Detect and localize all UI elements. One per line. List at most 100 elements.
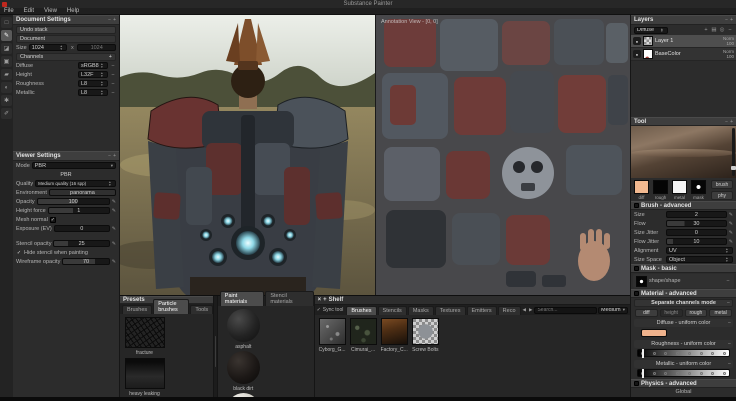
tab-stencil-materials[interactable]: Stencil materials xyxy=(265,291,313,306)
material-item[interactable]: asphalt xyxy=(220,309,267,350)
material-item[interactable]: black dirt xyxy=(220,351,267,392)
rough-swatch[interactable]: rough xyxy=(652,180,669,200)
physics-advanced-header[interactable]: Physics - advanced xyxy=(631,379,736,388)
pencil-icon[interactable]: ✎ xyxy=(112,199,116,205)
pencil-icon[interactable]: ✎ xyxy=(729,221,733,227)
stencil-opacity-slider[interactable]: 25 xyxy=(53,240,109,247)
panel-menu-icon[interactable]: + xyxy=(113,17,116,23)
exposure-slider[interactable]: 0 xyxy=(54,225,110,232)
section-checkbox[interactable] xyxy=(634,291,639,296)
presets-scrollbar[interactable] xyxy=(214,296,218,397)
tab-paint-materials[interactable]: Paint materials xyxy=(220,291,265,306)
undo-stack-button[interactable]: Undo stack xyxy=(16,26,116,34)
shelf-tab-emitters[interactable]: Emitters xyxy=(467,306,497,315)
section-checkbox[interactable] xyxy=(634,266,639,271)
pencil-icon[interactable]: ✎ xyxy=(112,259,116,265)
pointer-tool-icon[interactable]: □ xyxy=(1,17,12,28)
height-channel-button[interactable]: height xyxy=(660,309,683,317)
add-channel-icon[interactable]: + xyxy=(109,54,112,60)
add-folder-icon[interactable]: ▤ xyxy=(711,27,717,33)
mode-dropdown[interactable]: PBR ▾ xyxy=(32,162,116,169)
shelf-item[interactable]: Cyborg_G... xyxy=(319,318,346,353)
viewport-3d[interactable] xyxy=(120,15,375,295)
tab-tools[interactable]: Tools xyxy=(190,305,213,314)
particles-tool-icon[interactable]: ✱ xyxy=(1,95,12,106)
brush-preset[interactable]: heavy leaking xyxy=(122,358,167,397)
pencil-icon[interactable]: ✎ xyxy=(112,226,116,232)
collapse-icon[interactable]: − xyxy=(108,153,111,159)
shelf-tab-brushes[interactable]: Brushes xyxy=(346,306,376,315)
channel-format-dropdown[interactable]: sRGB8 ▴▾ xyxy=(78,62,108,69)
fill-tool-icon[interactable]: ▰ xyxy=(1,69,12,80)
shelf-tab-textures[interactable]: Textures xyxy=(435,306,466,315)
layer-row-selected[interactable]: ● Layer 1 Norm 100 xyxy=(631,35,736,48)
rough-channel-button[interactable]: rough xyxy=(685,309,708,317)
pen-tool-icon[interactable]: ✐ xyxy=(1,108,12,119)
alignment-dropdown[interactable]: UV ▴▾ xyxy=(666,247,733,254)
sync-tool-checkbox[interactable]: ✓ Sync tool xyxy=(317,307,344,313)
panel-menu-icon[interactable]: + xyxy=(730,17,733,23)
size-param-slider[interactable]: 2 xyxy=(666,211,727,218)
size-space-dropdown[interactable]: Object ▴▾ xyxy=(666,256,733,263)
document-settings-header[interactable]: Document Settings − + xyxy=(13,15,119,25)
search-input[interactable] xyxy=(534,307,597,314)
size-stepper-icon[interactable]: ▴▾ xyxy=(60,45,64,50)
viewport-2d[interactable]: Annotation View - [0, 0] xyxy=(375,15,630,295)
tab-particle-brushes[interactable]: Particle brushes xyxy=(153,299,189,314)
projection-tool-icon[interactable]: ▣ xyxy=(1,56,12,67)
remove-channel-icon[interactable]: − xyxy=(110,81,116,87)
pencil-icon[interactable]: ✎ xyxy=(729,239,733,245)
roughness-gradient-slider[interactable] xyxy=(637,349,730,357)
close-icon[interactable]: × xyxy=(318,297,322,303)
channel-format-dropdown[interactable]: L32F ▴▾ xyxy=(78,71,108,78)
tab-scroll-left-icon[interactable]: ◀ xyxy=(522,307,527,313)
menu-help[interactable]: Help xyxy=(67,8,79,15)
erase-tool-icon[interactable]: ◪ xyxy=(1,43,12,54)
panel-menu-icon[interactable]: + xyxy=(730,119,733,125)
shelf-item[interactable]: Factory_C... xyxy=(381,318,408,353)
brush-advanced-header[interactable]: Brush - advanced xyxy=(631,201,736,210)
size-width-field[interactable]: 1024 ▴▾ xyxy=(29,44,68,51)
flow-param-slider[interactable]: 30 xyxy=(666,220,727,227)
paint-tool-icon[interactable]: ✎ xyxy=(1,30,12,41)
shelf-tab-reco[interactable]: Reco xyxy=(498,306,521,315)
brush-mode-button[interactable]: brush xyxy=(711,180,733,189)
shelf-item[interactable]: Cimurai_... xyxy=(350,318,377,353)
pencil-icon[interactable]: ✎ xyxy=(729,230,733,236)
diff-channel-button[interactable]: diff xyxy=(635,309,658,317)
shelf-tab-masks[interactable]: Masks xyxy=(408,306,434,315)
tab-brushes[interactable]: Brushes xyxy=(122,305,152,314)
pencil-icon[interactable]: ✎ xyxy=(112,208,116,214)
metal-swatch[interactable]: metal xyxy=(671,180,688,200)
collapse-icon[interactable]: − xyxy=(725,17,728,23)
collapse-icon[interactable]: − xyxy=(727,300,730,307)
phy-mode-button[interactable]: phy xyxy=(711,191,733,200)
size-filter-dropdown[interactable]: Medium ▾ xyxy=(598,307,628,314)
menu-view[interactable]: View xyxy=(44,8,57,15)
instantiate-layer-icon[interactable]: ◎ xyxy=(719,27,725,33)
mesh-normal-checkbox[interactable]: ✓ xyxy=(50,217,56,223)
size-height-field[interactable]: 1024 xyxy=(77,44,116,51)
remove-channel-icon[interactable]: − xyxy=(110,63,116,69)
pencil-icon[interactable]: ✎ xyxy=(729,212,733,218)
menu-edit[interactable]: Edit xyxy=(24,8,34,15)
collapse-icon[interactable]: − xyxy=(725,119,728,125)
add-layer-icon[interactable]: + xyxy=(703,27,709,33)
mask-basic-header[interactable]: Mask - basic xyxy=(631,264,736,273)
metallic-uniform-row[interactable]: Metallic - uniform color − xyxy=(634,360,733,368)
diffuse-color-swatch[interactable] xyxy=(641,329,667,337)
shelf-item[interactable]: Screw Bolts xyxy=(412,318,439,353)
mask-swatch[interactable]: mask xyxy=(690,180,707,200)
height-force-slider[interactable]: 1 xyxy=(48,207,110,214)
channel-format-dropdown[interactable]: L8 ▴▾ xyxy=(78,80,108,87)
menu-file[interactable]: File xyxy=(4,8,14,15)
clone-tool-icon[interactable]: ◐ xyxy=(1,82,12,93)
section-checkbox[interactable] xyxy=(634,381,639,386)
diffuse-uniform-row[interactable]: Diffuse - uniform color − xyxy=(634,319,733,327)
layers-channel-dropdown[interactable]: Diffuse ▴▾ xyxy=(634,27,668,34)
separate-channels-row[interactable]: Separate channels mode − xyxy=(634,299,733,307)
visibility-eye-icon[interactable]: ● xyxy=(633,37,641,45)
section-checkbox[interactable] xyxy=(634,203,639,208)
viewer-settings-header[interactable]: Viewer Settings − + xyxy=(13,151,119,161)
metallic-gradient-slider[interactable] xyxy=(637,369,730,377)
